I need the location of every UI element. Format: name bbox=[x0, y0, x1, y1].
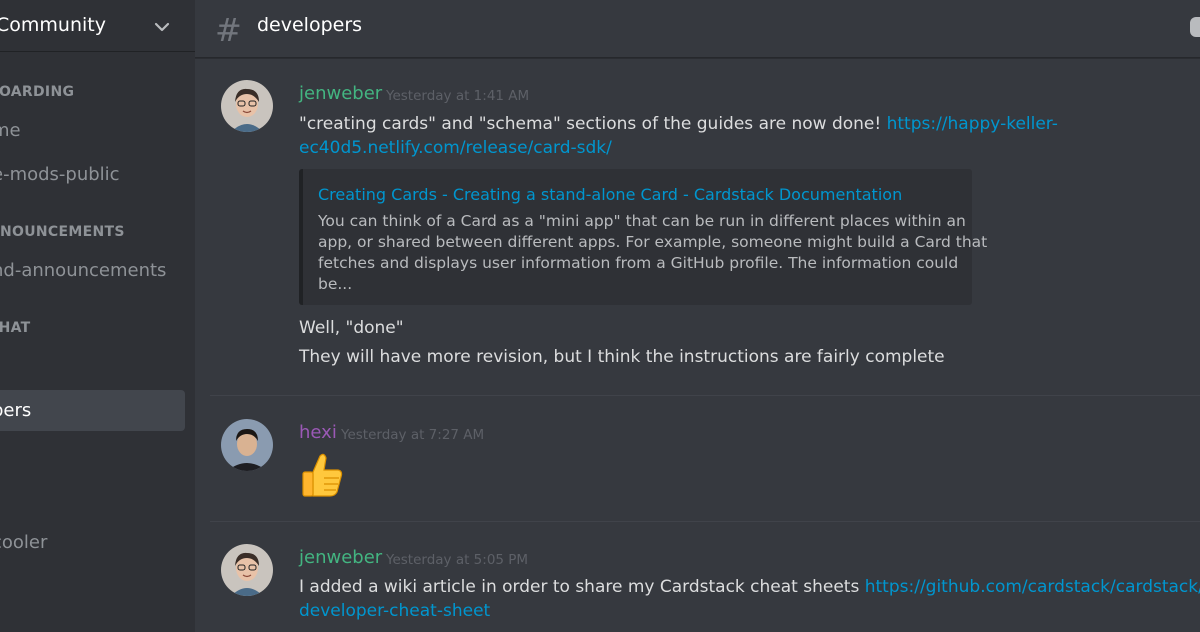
embed-description-line: fetches and displays user information fr… bbox=[318, 254, 959, 272]
avatar[interactable] bbox=[221, 544, 273, 596]
message-link[interactable]: https://github.com/cardstack/cardstack/w… bbox=[865, 577, 1200, 597]
message-text: Well, "done" bbox=[299, 318, 404, 338]
link-embed: Creating Cards - Creating a stand-alone … bbox=[299, 169, 987, 305]
message-text-body: "creating cards" and "schema" sections o… bbox=[299, 114, 887, 134]
message-link[interactable]: developer-cheat-sheet bbox=[299, 601, 490, 621]
message-text: They will have more revision, but I thin… bbox=[299, 347, 945, 367]
message-text: "creating cards" and "schema" sections o… bbox=[299, 114, 1058, 134]
category-announcements[interactable]: NNOUNCEMENTS bbox=[0, 224, 125, 240]
toolbar-icon[interactable] bbox=[1190, 17, 1200, 37]
avatar[interactable] bbox=[221, 80, 273, 132]
channel-item-home[interactable]: me bbox=[0, 120, 21, 141]
embed-description-line: You can think of a Card as a "mini app" … bbox=[318, 212, 966, 230]
timestamp: Yesterday at 1:41 AM bbox=[386, 88, 530, 104]
username[interactable]: jenweber bbox=[299, 83, 382, 104]
timestamp: Yesterday at 7:27 AM bbox=[341, 427, 485, 443]
message-divider bbox=[210, 395, 1200, 396]
chevron-down-icon[interactable] bbox=[152, 17, 172, 37]
message-text-body: I added a wiki article in order to share… bbox=[299, 577, 865, 597]
server-name: Community bbox=[0, 14, 106, 36]
message-text: I added a wiki article in order to share… bbox=[299, 577, 1200, 597]
channel-item-announcements[interactable]: nd-announcements bbox=[0, 260, 166, 281]
channel-item-cooler[interactable]: cooler bbox=[0, 532, 47, 553]
thumbs-up-emoji-icon bbox=[302, 453, 343, 497]
timestamp: Yesterday at 5:05 PM bbox=[386, 552, 529, 568]
embed-title-link[interactable]: Creating Cards - Creating a stand-alone … bbox=[318, 185, 902, 204]
channel-title: developers bbox=[257, 14, 363, 36]
channel-sidebar: Community BOARDING me e-mods-public NNOU… bbox=[0, 0, 195, 632]
server-header[interactable]: Community bbox=[0, 0, 195, 52]
channel-item-developers[interactable]: pers bbox=[0, 400, 31, 421]
category-chat[interactable]: CHAT bbox=[0, 320, 31, 336]
category-onboarding[interactable]: BOARDING bbox=[0, 84, 74, 100]
username[interactable]: hexi bbox=[299, 422, 337, 443]
embed-description-line: be... bbox=[318, 275, 353, 293]
avatar[interactable] bbox=[221, 419, 273, 471]
message-link[interactable]: https://happy-keller- bbox=[887, 114, 1058, 134]
username[interactable]: jenweber bbox=[299, 547, 382, 568]
channel-item-mods-public[interactable]: e-mods-public bbox=[0, 164, 120, 185]
message-link[interactable]: ec40d5.netlify.com/release/card-sdk/ bbox=[299, 138, 612, 158]
embed-description-line: app, or shared between different apps. F… bbox=[318, 233, 988, 251]
hash-icon: # bbox=[215, 11, 242, 49]
message-divider bbox=[210, 521, 1200, 522]
channel-header: # developers bbox=[195, 0, 1200, 58]
